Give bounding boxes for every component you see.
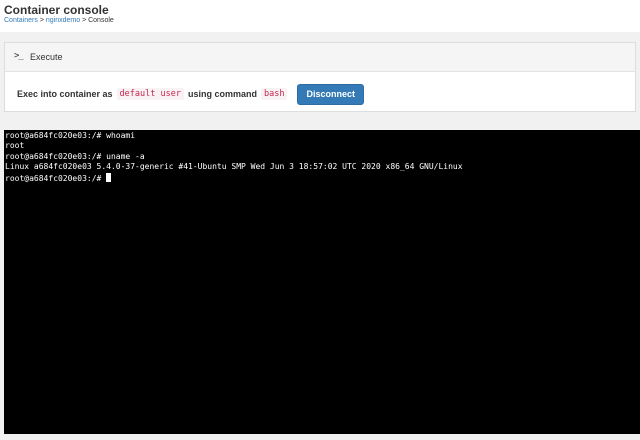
breadcrumb: Containers > nginxdemo > Console [4, 17, 114, 24]
breadcrumb-separator: > [39, 17, 44, 24]
disconnect-button[interactable]: Disconnect [297, 83, 364, 105]
exec-row: Exec into container as default user usin… [17, 83, 364, 105]
exec-middle-label: using command [187, 89, 257, 99]
exec-prefix-label: Exec into container as [17, 89, 113, 99]
page-header: Container console Containers > nginxdemo… [0, 0, 640, 32]
panel-heading: >_ Execute [5, 43, 635, 72]
terminal-cursor [106, 172, 112, 182]
breadcrumb-containers-link[interactable]: Containers [4, 17, 38, 24]
terminal-prompt: root@a684fc020e03:/# [5, 173, 107, 183]
breadcrumb-separator: > [82, 17, 87, 24]
execute-panel: >_ Execute Exec into container as defaul… [4, 42, 636, 112]
panel-title: Execute [30, 52, 63, 62]
exec-user: default user [116, 88, 184, 100]
breadcrumb-nginxdemo-link[interactable]: nginxdemo [46, 17, 80, 24]
terminal-line: root@a684fc020e03:/# uname -a [5, 151, 145, 161]
terminal-prompt-line: root@a684fc020e03:/# [5, 172, 640, 183]
terminal[interactable]: root@a684fc020e03:/# whoami root root@a6… [4, 130, 640, 434]
terminal-line: Linux a684fc020e03 5.4.0-37-generic #41-… [5, 162, 463, 172]
terminal-line: root [5, 141, 25, 151]
exec-command: bash [260, 88, 288, 100]
breadcrumb-current: Console [88, 17, 114, 24]
terminal-icon: >_ [14, 51, 24, 61]
terminal-line: root@a684fc020e03:/# whoami [5, 131, 136, 140]
page-title: Container console [4, 3, 109, 17]
